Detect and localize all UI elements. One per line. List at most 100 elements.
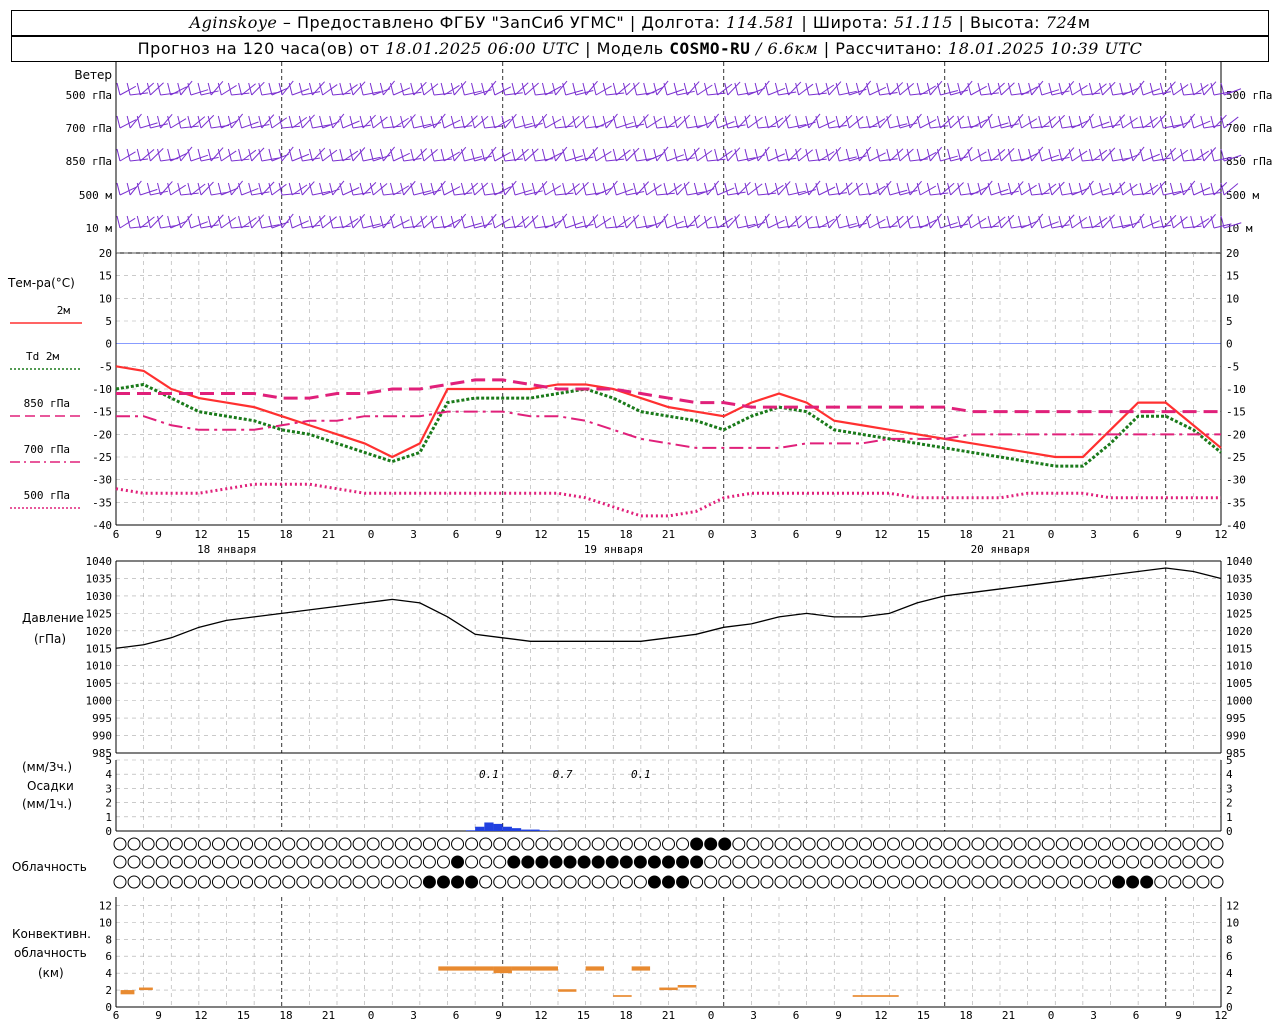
wind-barb-feather <box>1068 115 1073 129</box>
wind-barb-feather <box>947 215 952 229</box>
wind-barb-feather <box>663 115 668 129</box>
temp-legend-label: 500 гПа <box>24 489 70 502</box>
hour-tick-label: 12 <box>194 528 207 541</box>
wind-barb <box>251 214 265 229</box>
wind-barb <box>423 148 438 162</box>
wind-barb-feather <box>1018 148 1022 162</box>
cloud-cover-icon <box>380 837 394 851</box>
cloud-cover-icon <box>1154 837 1168 851</box>
wind-barb <box>322 216 337 229</box>
wind-barb-feather <box>400 215 405 229</box>
cloud-cover-icon <box>647 837 661 851</box>
wind-barb <box>1102 214 1115 229</box>
wind-barb-feather <box>450 115 455 129</box>
cloud-cover-icon <box>690 855 704 869</box>
temp-ytick-right: 0 <box>1226 338 1233 351</box>
wind-barb <box>1001 190 1019 196</box>
conv-cloud-bar <box>677 985 697 988</box>
cloud-cover-icon <box>226 837 240 851</box>
wind-barb <box>312 214 326 229</box>
cloud-cover-icon <box>662 855 675 869</box>
wind-barb <box>1051 181 1065 196</box>
precip-bar <box>521 829 531 831</box>
cloud-cover-icon <box>268 875 282 889</box>
pres-ytick-right: 1010 <box>1226 660 1253 673</box>
wind-barb-feather <box>1007 148 1012 162</box>
hour-tick-label: 18 <box>279 1009 292 1022</box>
cloud-cover-icon <box>690 875 704 889</box>
wind-barb <box>1203 191 1222 196</box>
cloud-cover-icon <box>647 875 661 889</box>
cloud-cover-icon <box>1210 875 1224 889</box>
wind-barb-feather <box>704 115 708 129</box>
pres-ytick-right: 1025 <box>1226 607 1253 620</box>
wind-barb-feather <box>440 82 445 96</box>
wind-barb <box>960 125 979 129</box>
temp-ytick-right: 15 <box>1226 270 1239 283</box>
cloud-cover-icon <box>422 855 436 869</box>
wind-barb <box>606 225 625 229</box>
pres-ytick: 1005 <box>86 677 113 690</box>
cloud-cover-icon <box>985 875 999 889</box>
wind-barb-feather <box>227 182 232 196</box>
wind-barb <box>1203 81 1217 96</box>
wind-barb <box>1051 156 1070 162</box>
wind-barb <box>332 225 351 229</box>
cloud-cover-icon <box>816 855 830 869</box>
wind-barb-feather <box>643 82 648 96</box>
wind-barb <box>504 92 523 96</box>
wind-barb <box>879 225 898 229</box>
pressure-panel: 1040 1040 1035 1035 1030 1030 1025 1025 1020 1020… <box>22 555 1253 760</box>
precip-bar <box>502 826 512 831</box>
pres-ytick: 1025 <box>86 607 113 620</box>
cloud-cover-icon <box>436 875 450 889</box>
wind-barb-feather <box>754 215 759 229</box>
wind-level-label-right: 500 м <box>1226 189 1259 202</box>
hour-tick-label: 18 <box>619 528 632 541</box>
hour-tick-label: 15 <box>237 528 250 541</box>
wind-barb <box>1152 114 1166 129</box>
cloud-cover-icon <box>563 837 577 851</box>
temp-ytick-right: 10 <box>1226 292 1239 305</box>
cloud-cover-icon <box>844 855 858 869</box>
temp-ytick: 15 <box>99 270 112 283</box>
pres-ytick-right: 990 <box>1226 730 1246 743</box>
cloud-cover-icon <box>1069 855 1083 869</box>
wind-barb-feather <box>764 182 769 196</box>
wind-barb <box>130 158 149 162</box>
cloud-cover-icon <box>296 855 310 869</box>
wind-barb <box>1132 192 1151 196</box>
conv-ytick-right: 12 <box>1226 899 1239 912</box>
cloud-cover-icon <box>1097 855 1111 869</box>
cloud-cover-icon <box>676 837 690 851</box>
wind-barb-feather <box>1078 182 1083 196</box>
cloud-cover-icon <box>352 837 366 851</box>
wind-barb <box>828 124 847 129</box>
cloud-cover-icon <box>338 875 352 889</box>
wind-barb <box>727 191 746 196</box>
prec-ytick: 2 <box>105 797 112 810</box>
wind-barb-feather <box>916 215 921 229</box>
wind-barb <box>1031 192 1050 196</box>
wind-barb-feather <box>1139 115 1144 129</box>
wind-barb-feather <box>592 115 597 129</box>
cloud-cover-icon <box>1083 855 1097 869</box>
wind-barb <box>251 81 265 96</box>
wind-barb <box>980 92 999 96</box>
cloud-cover-icon <box>1041 855 1055 869</box>
wind-level-label-right: 700 гПа <box>1226 122 1272 135</box>
date-label: 19 января <box>584 543 644 556</box>
cloud-cover-icon <box>957 875 971 889</box>
temp-legend-label: 2м <box>57 304 71 317</box>
wind-barb-feather <box>764 115 769 129</box>
prec-amount-label: 0.7 <box>553 768 573 781</box>
cloud-cover-icon <box>296 837 310 851</box>
cloud-cover-icon <box>563 875 577 889</box>
wind-barb <box>1173 216 1188 229</box>
wind-barb <box>1132 125 1151 129</box>
pres-ytick-right: 995 <box>1226 712 1246 725</box>
wind-barb <box>282 125 301 129</box>
cloud-cover-icon <box>1013 837 1027 851</box>
cloud-cover-icon <box>1210 855 1224 869</box>
wind-barb <box>555 125 574 129</box>
